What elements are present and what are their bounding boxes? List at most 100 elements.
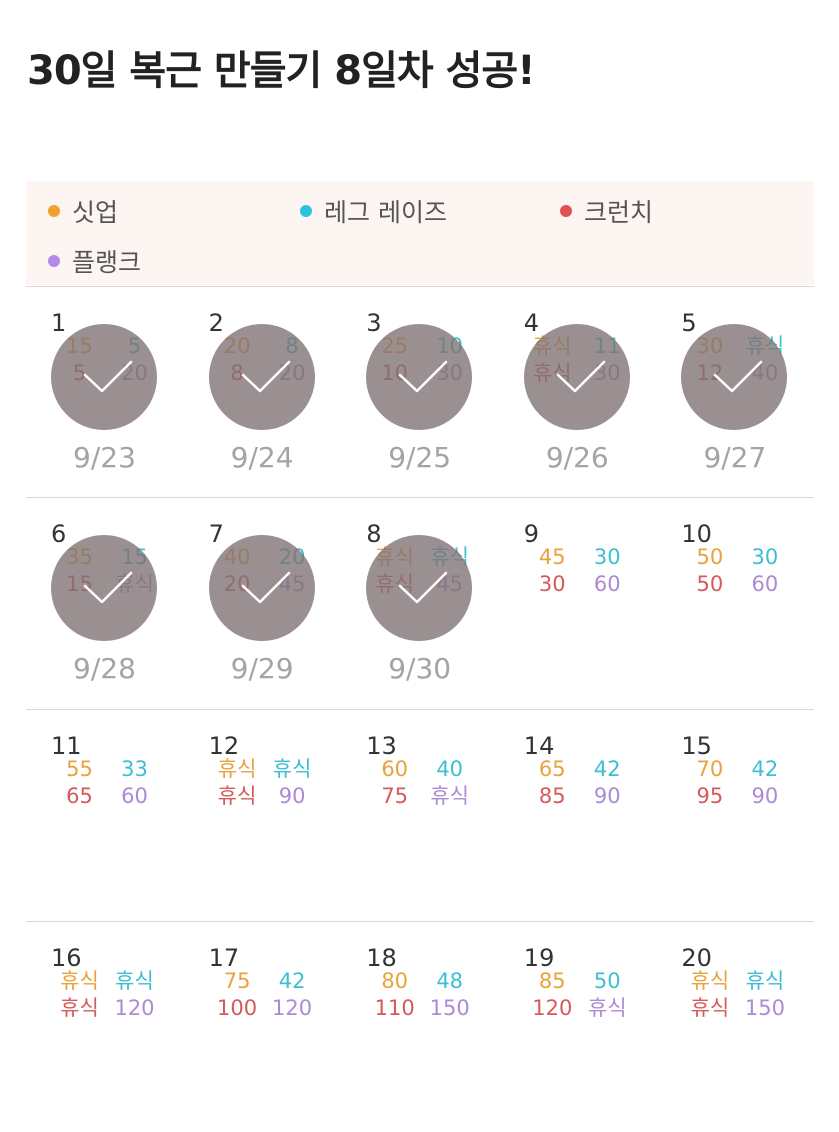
- exercise-counts: 85 50 120 휴식: [525, 969, 635, 1021]
- day-number: 13: [366, 732, 397, 760]
- leg-raise-count: 30: [751, 545, 779, 569]
- cyan-dot-icon: [300, 205, 312, 217]
- day-cell[interactable]: 8휴식휴식휴식459/30: [341, 498, 498, 708]
- leg-raise-count: 48: [436, 969, 464, 993]
- page-title: 30일 복근 만들기 8일차 성공!: [27, 48, 535, 94]
- plank-count: 휴식: [587, 996, 627, 1020]
- completion-date: 9/30: [388, 652, 452, 685]
- day-number: 10: [681, 520, 712, 548]
- crunch-count: 95: [696, 784, 724, 808]
- exercise-counts: 55 33 65 60: [52, 757, 162, 809]
- day-number: 15: [681, 732, 712, 760]
- plank-count: 120: [114, 996, 155, 1020]
- day-cell[interactable]: 11555209/23: [26, 287, 183, 497]
- crunch-count: 75: [381, 784, 409, 808]
- exercise-counts: 휴식 휴식 휴식 120: [52, 969, 162, 1021]
- completed-check-icon: [681, 324, 788, 430]
- completed-check-icon: [366, 324, 473, 430]
- day-cell[interactable]: 11 55 33 65 60: [26, 710, 183, 920]
- day-cell[interactable]: 22088209/24: [184, 287, 341, 497]
- day-cell[interactable]: 6351515휴식9/28: [26, 498, 183, 708]
- situp-count: 75: [223, 969, 251, 993]
- completion-date: 9/25: [388, 441, 452, 474]
- completed-check-icon: [208, 535, 315, 641]
- day-cell[interactable]: 9 45 30 30 60: [499, 498, 656, 708]
- plank-count: 60: [121, 784, 148, 808]
- situp-count: 65: [538, 757, 566, 781]
- day-cell[interactable]: 4휴식11휴식309/26: [499, 287, 656, 497]
- legend-item-crunch: 크런치: [560, 193, 653, 229]
- day-cell[interactable]: 15 70 42 95 90: [656, 710, 813, 920]
- exercise-counts: 75 42 100 120: [210, 969, 320, 1021]
- legend: 싯업 레그 레이즈 크런치 플랭크: [26, 181, 814, 285]
- day-cell[interactable]: 7402020459/29: [184, 498, 341, 708]
- legend-item-plank: 플랭크: [48, 243, 141, 279]
- completed-check-icon: [366, 535, 473, 641]
- day-cell[interactable]: 19 85 50 120 휴식: [499, 922, 656, 1132]
- leg-raise-count: 42: [593, 757, 621, 781]
- leg-raise-count: 휴식: [272, 757, 312, 781]
- completion-date: 9/28: [73, 652, 136, 685]
- situp-count: 70: [696, 757, 724, 781]
- day-cell[interactable]: 14 65 42 85 90: [499, 710, 656, 920]
- situp-count: 80: [381, 969, 409, 993]
- day-cell[interactable]: 12 휴식 휴식 휴식 90: [184, 710, 341, 920]
- day-number: 19: [523, 944, 555, 972]
- plank-count: 90: [593, 784, 621, 808]
- plank-count: 150: [744, 996, 785, 1020]
- crunch-count: 50: [696, 572, 724, 596]
- completion-date: 9/23: [73, 441, 136, 474]
- exercise-counts: 45 30 30 60: [525, 545, 635, 597]
- day-cell[interactable]: 530휴식12409/27: [656, 287, 813, 497]
- legend-item-leg-raise: 레그 레이즈: [300, 193, 447, 229]
- plank-count: 120: [272, 996, 313, 1020]
- day-cell[interactable]: 17 75 42 100 120: [184, 922, 341, 1132]
- day-cell[interactable]: 16 휴식 휴식 휴식 120: [26, 922, 183, 1132]
- day-cell[interactable]: 13 60 40 75 휴식: [341, 710, 498, 920]
- crunch-count: 85: [538, 784, 566, 808]
- day-number: 17: [208, 944, 240, 972]
- completed-check-icon: [51, 535, 157, 641]
- completed-check-icon: [208, 324, 315, 430]
- day-cell[interactable]: 10 50 30 50 60: [656, 498, 813, 708]
- day-number: 12: [208, 732, 240, 760]
- day-cell[interactable]: 20 휴식 휴식 휴식 150: [656, 922, 813, 1132]
- leg-raise-count: 50: [593, 969, 621, 993]
- plank-count: 60: [751, 572, 779, 596]
- leg-raise-count: 휴식: [745, 969, 785, 993]
- day-number: 18: [366, 944, 397, 972]
- day-number: 11: [51, 732, 82, 760]
- leg-raise-count: 42: [278, 969, 306, 993]
- leg-raise-count: 42: [751, 757, 779, 781]
- completion-date: 9/24: [230, 441, 294, 474]
- exercise-counts: 80 48 110 150: [367, 969, 477, 1021]
- day-number: 9: [523, 520, 540, 548]
- leg-raise-count: 30: [593, 545, 621, 569]
- leg-raise-count: 휴식: [115, 969, 154, 993]
- crunch-count: 110: [374, 996, 415, 1020]
- crunch-count: 30: [538, 572, 566, 596]
- plank-count: 90: [751, 784, 779, 808]
- situp-count: 휴식: [217, 757, 257, 781]
- plank-count: 휴식: [430, 784, 469, 808]
- red-dot-icon: [560, 205, 572, 217]
- exercise-counts: 65 42 85 90: [525, 757, 635, 809]
- plank-count: 150: [429, 996, 470, 1020]
- orange-dot-icon: [48, 205, 60, 217]
- exercise-counts: 휴식 휴식 휴식 150: [682, 969, 792, 1021]
- crunch-count: 100: [217, 996, 258, 1020]
- purple-dot-icon: [48, 255, 60, 267]
- day-cell[interactable]: 18 80 48 110 150: [341, 922, 498, 1132]
- completion-date: 9/26: [545, 441, 609, 474]
- completion-date: 9/27: [703, 441, 767, 474]
- situp-count: 60: [381, 757, 409, 781]
- plank-count: 90: [278, 784, 306, 808]
- day-number: 16: [51, 944, 82, 972]
- legend-label: 플랭크: [72, 248, 142, 277]
- leg-raise-count: 40: [436, 757, 464, 781]
- day-number: 20: [681, 944, 712, 972]
- crunch-count: 휴식: [690, 996, 730, 1020]
- situp-count: 휴식: [690, 969, 730, 993]
- completed-check-icon: [51, 324, 157, 430]
- day-cell[interactable]: 3251010309/25: [341, 287, 498, 497]
